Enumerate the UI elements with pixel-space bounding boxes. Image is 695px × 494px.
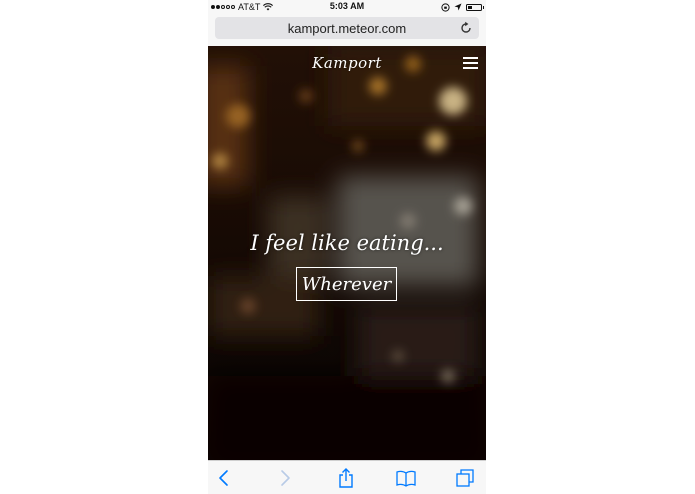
url-text[interactable]: kamport.meteor.com (215, 21, 479, 36)
forward-icon[interactable] (275, 468, 295, 488)
phone-screen: AT&T 5:03 AM kamport.meteor.com Kamport … (208, 0, 486, 494)
cuisine-choice-button[interactable]: Wherever (296, 267, 397, 301)
orientation-lock-icon (441, 2, 450, 12)
browser-toolbar (208, 460, 486, 494)
status-right (441, 1, 484, 13)
bookmarks-icon[interactable] (396, 468, 416, 488)
status-bar: AT&T 5:03 AM (208, 0, 486, 14)
location-icon (454, 3, 462, 11)
menu-icon[interactable] (463, 57, 478, 69)
battery-level (468, 5, 472, 9)
tagline: I feel like eating... (250, 231, 444, 255)
address-bar[interactable]: kamport.meteor.com (215, 17, 479, 39)
reload-icon[interactable] (459, 21, 473, 35)
web-content: Kamport I feel like eating... Wherever (208, 46, 486, 460)
site-logo[interactable]: Kamport (208, 54, 486, 72)
share-icon[interactable] (336, 468, 356, 488)
battery-icon (466, 3, 484, 11)
tabs-icon[interactable] (455, 468, 475, 488)
back-icon[interactable] (214, 468, 234, 488)
